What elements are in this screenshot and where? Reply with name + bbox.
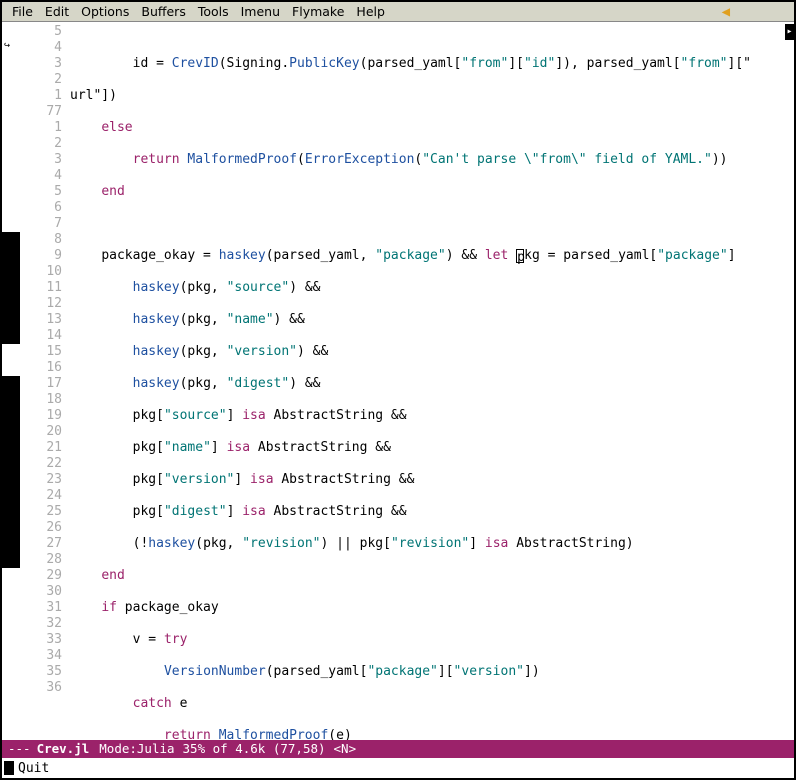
code-area[interactable]: ▸ id = CrevID(Signing.PublicKey(parsed_y… xyxy=(70,22,794,740)
code-line[interactable]: if package_okay xyxy=(70,600,794,616)
lnum: 11 xyxy=(20,280,62,296)
menu-edit[interactable]: Edit xyxy=(39,4,75,19)
lnum: 36 xyxy=(20,680,62,696)
code-line[interactable]: package_okay = haskey(parsed_yaml, "pack… xyxy=(70,248,794,264)
menu-flymake[interactable]: Flymake xyxy=(286,4,350,19)
lnum: 35 xyxy=(20,664,62,680)
lnum: 24 xyxy=(20,488,62,504)
code-line[interactable] xyxy=(70,216,794,232)
menu-imenu[interactable]: Imenu xyxy=(235,4,286,19)
left-fringe: ↪ xyxy=(2,22,20,740)
modeline-buffer-name[interactable]: Crev.jl xyxy=(37,740,90,758)
lnum: 14 xyxy=(20,328,62,344)
modeline-modified: --- xyxy=(8,740,31,758)
code-line[interactable]: end xyxy=(70,568,794,584)
lnum: 26 xyxy=(20,520,62,536)
toolbar-indicator-icon: ◀ xyxy=(722,4,730,20)
lnum: 15 xyxy=(20,344,62,360)
lnum: 25 xyxy=(20,504,62,520)
fringe-block-1 xyxy=(2,232,20,344)
lnum: 21 xyxy=(20,440,62,456)
modeline-flymake[interactable]: <N> xyxy=(334,740,357,758)
lnum: 31 xyxy=(20,600,62,616)
code-line[interactable]: return MalformedProof(e) xyxy=(70,728,794,740)
lnum: 13 xyxy=(20,312,62,328)
modeline-position: 35% of 4.6k (77,58) xyxy=(183,740,326,758)
continuation-arrow-icon: ↪ xyxy=(4,41,10,51)
code-line[interactable]: return MalformedProof(ErrorException("Ca… xyxy=(70,152,794,168)
menu-options[interactable]: Options xyxy=(75,4,135,19)
lnum: 32 xyxy=(20,616,62,632)
lnum: 22 xyxy=(20,456,62,472)
lnum: 7 xyxy=(20,216,62,232)
code-line[interactable]: haskey(pkg, "name") && xyxy=(70,312,794,328)
lnum: 2 xyxy=(20,136,62,152)
lnum: 6 xyxy=(20,200,62,216)
code-line[interactable]: haskey(pkg, "digest") && xyxy=(70,376,794,392)
lnum: 33 xyxy=(20,632,62,648)
code-line[interactable]: catch e xyxy=(70,696,794,712)
lnum: 19 xyxy=(20,408,62,424)
menu-file[interactable]: File xyxy=(6,4,39,19)
code-line[interactable]: pkg["source"] isa AbstractString && xyxy=(70,408,794,424)
menu-tools[interactable]: Tools xyxy=(192,4,235,19)
editor-area[interactable]: ↪ 5 4 3 2 1 77 1 2 3 4 5 6 7 8 9 10 11 1… xyxy=(2,22,794,740)
lnum: 3 xyxy=(20,152,62,168)
menu-help[interactable]: Help xyxy=(350,4,391,19)
line-number-gutter: 5 4 3 2 1 77 1 2 3 4 5 6 7 8 9 10 11 12 … xyxy=(20,22,70,740)
lnum: 34 xyxy=(20,648,62,664)
lnum: 4 xyxy=(20,168,62,184)
lnum: 23 xyxy=(20,472,62,488)
minibuffer[interactable]: Quit xyxy=(2,758,794,778)
lnum: 12 xyxy=(20,296,62,312)
code-line[interactable]: else xyxy=(70,120,794,136)
lnum: 1 xyxy=(20,120,62,136)
minibuffer-text: Quit xyxy=(18,761,49,776)
lnum: 2 xyxy=(20,72,62,88)
menubar[interactable]: File Edit Options Buffers Tools Imenu Fl… xyxy=(2,2,794,22)
lnum: 29 xyxy=(20,568,62,584)
lnum: 8 xyxy=(20,232,62,248)
code-line[interactable]: url"]) xyxy=(70,88,794,104)
code-line[interactable]: VersionNumber(parsed_yaml["package"]["ve… xyxy=(70,664,794,680)
lnum: 77 xyxy=(20,104,62,120)
lnum: 5 xyxy=(20,24,62,40)
minibuffer-cursor xyxy=(4,761,14,775)
modeline[interactable]: --- Crev.jl Mode:Julia 35% of 4.6k (77,5… xyxy=(2,740,794,758)
code-line[interactable]: pkg["digest"] isa AbstractString && xyxy=(70,504,794,520)
code-line[interactable]: pkg["name"] isa AbstractString && xyxy=(70,440,794,456)
truncate-indicator-icon: ▸ xyxy=(785,24,794,40)
lnum: 16 xyxy=(20,360,62,376)
lnum: 3 xyxy=(20,56,62,72)
text-cursor: p xyxy=(516,249,524,263)
lnum: 27 xyxy=(20,536,62,552)
code-line[interactable]: id = CrevID(Signing.PublicKey(parsed_yam… xyxy=(70,56,794,72)
code-line[interactable]: pkg["version"] isa AbstractString && xyxy=(70,472,794,488)
code-line[interactable]: end xyxy=(70,184,794,200)
emacs-window: File Edit Options Buffers Tools Imenu Fl… xyxy=(0,0,796,780)
lnum: 1 xyxy=(20,88,62,104)
lnum: 30 xyxy=(20,584,62,600)
fringe-block-2 xyxy=(2,376,20,568)
code-line[interactable]: haskey(pkg, "version") && xyxy=(70,344,794,360)
code-line[interactable]: haskey(pkg, "source") && xyxy=(70,280,794,296)
code-line[interactable]: v = try xyxy=(70,632,794,648)
lnum: 17 xyxy=(20,376,62,392)
lnum: 10 xyxy=(20,264,62,280)
lnum: 20 xyxy=(20,424,62,440)
lnum: 4 xyxy=(20,40,62,56)
menu-buffers[interactable]: Buffers xyxy=(135,4,191,19)
lnum: 5 xyxy=(20,184,62,200)
lnum: 18 xyxy=(20,392,62,408)
lnum: 28 xyxy=(20,552,62,568)
lnum: 9 xyxy=(20,248,62,264)
modeline-mode[interactable]: Mode:Julia xyxy=(99,740,174,758)
code-line[interactable]: (!haskey(pkg, "revision") || pkg["revisi… xyxy=(70,536,794,552)
